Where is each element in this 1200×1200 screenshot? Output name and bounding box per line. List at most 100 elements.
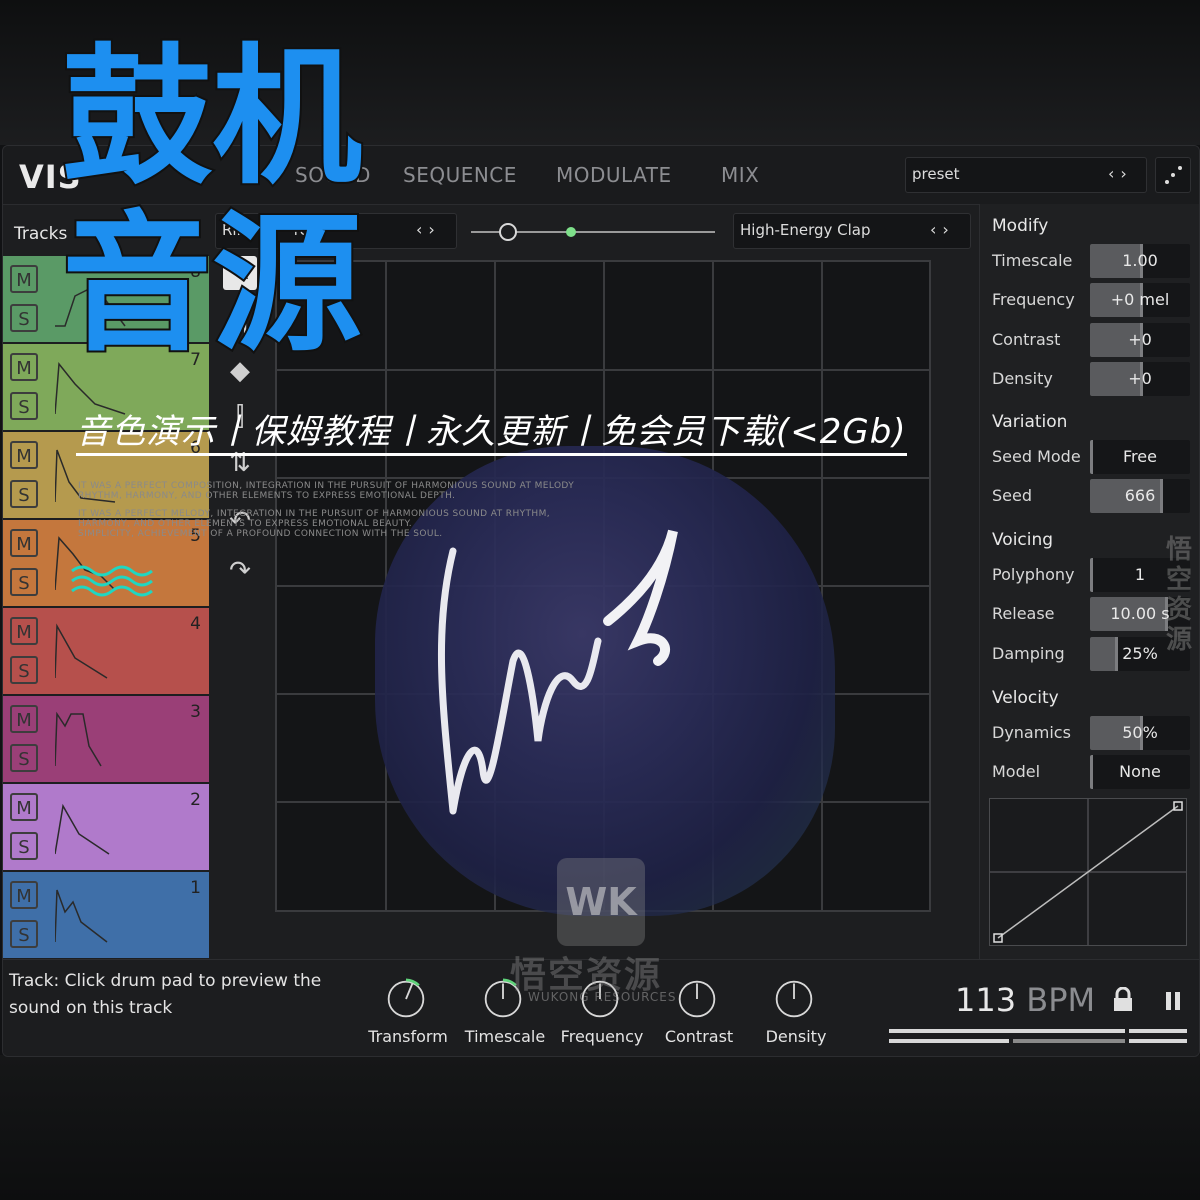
knob-label: Transform: [368, 1027, 448, 1046]
param-control[interactable]: 1.00: [1090, 244, 1190, 278]
track-number: 4: [190, 614, 201, 634]
sample-b-arrows-icon[interactable]: ‹›: [930, 220, 955, 239]
param-control[interactable]: Free: [1090, 440, 1190, 474]
knob-label: Timescale: [464, 1027, 546, 1046]
knob-label: Frequency: [560, 1027, 644, 1046]
knob-label: Density: [765, 1027, 827, 1046]
param-value: 1.00: [1122, 251, 1158, 270]
track-row[interactable]: MS 2: [3, 784, 209, 872]
decorative-text-3: IT WAS A PERFECT MELODY, INTEGRATION IN …: [78, 509, 551, 519]
param-value: None: [1119, 762, 1161, 782]
mute-button[interactable]: M: [10, 265, 38, 293]
decorative-text-4: HARMONY, AND OTHER ELEMENTS TO EXPRESS E…: [78, 519, 412, 529]
tab-mix[interactable]: MIX: [721, 163, 759, 187]
track-row[interactable]: MS 3: [3, 696, 209, 784]
decorative-text-1: IT WAS A PERFECT COMPOSITION, INTEGRATIO…: [78, 481, 575, 491]
randomize-dice-icon[interactable]: [1155, 157, 1191, 193]
preset-selector[interactable]: preset ‹›: [905, 157, 1147, 193]
solo-button[interactable]: S: [10, 744, 38, 772]
level-meter-right-b: [1013, 1039, 1125, 1043]
solo-button[interactable]: S: [10, 392, 38, 420]
mute-button[interactable]: M: [10, 705, 38, 733]
track-row[interactable]: MS 1: [3, 872, 209, 960]
tab-modulate[interactable]: MODULATE: [556, 163, 672, 187]
level-meter-peak-a: [1129, 1029, 1187, 1033]
param-value: Free: [1123, 447, 1157, 466]
knob-density[interactable]: [773, 978, 815, 1020]
overlay-title-line1: 鼓机: [60, 31, 364, 205]
param-value: +0: [1128, 368, 1152, 388]
param-label: Damping: [992, 643, 1065, 663]
lock-icon[interactable]: [1113, 987, 1133, 1013]
level-meter-peak-b: [1129, 1039, 1187, 1043]
param-label: Contrast: [992, 329, 1061, 349]
solo-button[interactable]: S: [10, 304, 38, 332]
bpm-value: 113: [955, 981, 1017, 1019]
tab-sequence[interactable]: SEQUENCE: [403, 163, 517, 187]
param-value: +0 mel: [1110, 290, 1170, 310]
solo-button[interactable]: S: [10, 656, 38, 684]
mute-button[interactable]: M: [10, 881, 38, 909]
modify-section-title: Modify: [992, 216, 1049, 236]
solo-button[interactable]: S: [10, 920, 38, 948]
envelope-icon: [55, 803, 110, 855]
mute-button[interactable]: M: [10, 793, 38, 821]
envelope-icon: [55, 889, 108, 943]
morph-slider[interactable]: [471, 222, 715, 242]
sample-b-name: High-Energy Clap: [740, 221, 871, 239]
voicing-section-title: Voicing: [992, 530, 1054, 550]
knob-label: Contrast: [664, 1027, 734, 1046]
param-control[interactable]: 666: [1090, 479, 1190, 514]
param-label: Timescale: [992, 251, 1073, 270]
mute-button[interactable]: M: [10, 529, 38, 557]
track-number: 3: [190, 702, 201, 722]
mute-button[interactable]: M: [10, 617, 38, 645]
param-value: 666: [1124, 486, 1156, 506]
hint-text: Track: Click drum pad to preview the sou…: [9, 971, 322, 1018]
variation-section-title: Variation: [992, 412, 1068, 432]
envelope-icon: [55, 711, 102, 767]
param-value: 50%: [1122, 723, 1158, 742]
sample-selector-b[interactable]: High-Energy Clap ‹›: [733, 213, 971, 249]
tempo-display[interactable]: 113 BPM: [955, 981, 1095, 1019]
tracks-title: Tracks: [14, 224, 68, 244]
param-value: +0: [1128, 329, 1152, 349]
background-bottom: [0, 1055, 1200, 1200]
solo-button[interactable]: S: [10, 480, 38, 508]
decorative-text-2: RHYTHM, HARMONY, AND OTHER ELEMENTS TO E…: [78, 491, 456, 501]
sample-a-arrows-icon[interactable]: ‹›: [416, 220, 441, 239]
param-label: Polyphony: [992, 565, 1075, 584]
level-meter-right-a: [889, 1039, 1009, 1043]
decorative-text-5: SIMPLICITY, ACHIEVEMENT OF A PROFOUND CO…: [78, 529, 443, 539]
param-label: Release: [992, 604, 1055, 624]
param-control[interactable]: +0 mel: [1090, 283, 1190, 318]
param-control[interactable]: 50%: [1090, 716, 1190, 750]
track-number: 1: [190, 878, 201, 898]
mute-button[interactable]: M: [10, 441, 38, 469]
overlay-title-line2: 音源: [60, 198, 364, 372]
bpm-unit: BPM: [1026, 981, 1096, 1019]
pause-icon[interactable]: [1165, 992, 1181, 1010]
preset-name: preset: [912, 165, 960, 183]
param-label: Dynamics: [992, 723, 1071, 742]
track-number: 2: [190, 790, 201, 810]
velocity-section-title: Velocity: [992, 688, 1059, 708]
track-row[interactable]: MS 4: [3, 608, 209, 696]
param-label: Model: [992, 762, 1041, 782]
knob-contrast[interactable]: [676, 978, 718, 1020]
mute-button[interactable]: M: [10, 353, 38, 381]
knob-transform[interactable]: [385, 978, 427, 1020]
param-label: Seed Mode: [992, 447, 1081, 466]
param-label: Frequency: [992, 290, 1075, 310]
envelope-icon: [55, 623, 108, 679]
param-control[interactable]: +0: [1090, 322, 1190, 357]
param-control[interactable]: +0: [1090, 361, 1190, 396]
preset-arrows-icon[interactable]: ‹›: [1108, 164, 1133, 183]
level-meter-left: [889, 1029, 1125, 1033]
velocity-curve-editor[interactable]: [989, 798, 1187, 946]
wave-icon: [71, 565, 153, 597]
param-control[interactable]: None: [1090, 755, 1190, 790]
redo-icon[interactable]: ↷: [223, 554, 257, 588]
solo-button[interactable]: S: [10, 832, 38, 860]
solo-button[interactable]: S: [10, 568, 38, 596]
